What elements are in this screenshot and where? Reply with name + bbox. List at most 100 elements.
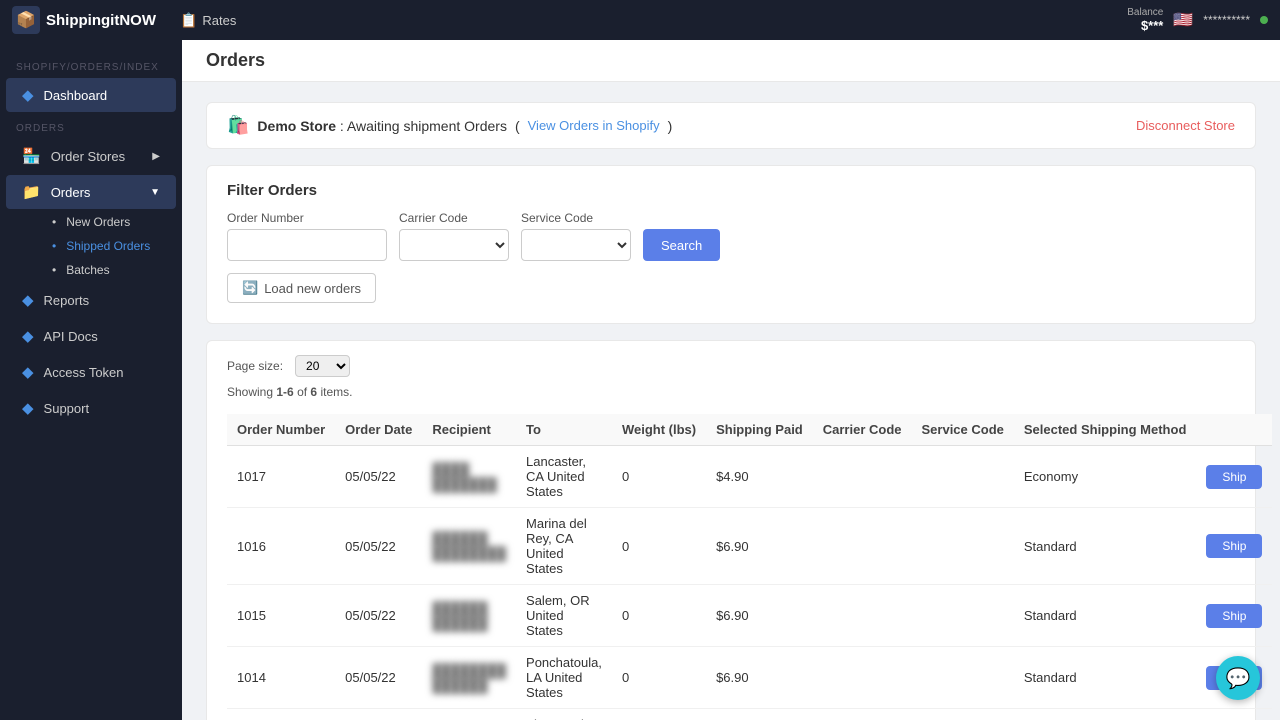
cell-weight: 0 (612, 446, 706, 508)
cell-recipient: ██████ ████████ (422, 508, 516, 585)
col-shipping-method: Selected Shipping Method (1014, 414, 1197, 446)
col-recipient: Recipient (422, 414, 516, 446)
view-orders-link-paren-close: ) (668, 118, 673, 134)
page-size-select[interactable]: 20 50 100 (295, 355, 350, 377)
col-weight: Weight (lbs) (612, 414, 706, 446)
service-code-select[interactable] (521, 229, 631, 261)
col-shipping-paid: Shipping Paid (706, 414, 813, 446)
sidebar-item-reports[interactable]: ◆ Reports (6, 283, 176, 317)
table-area: Page size: 20 50 100 Showing 1-6 of 6 it… (206, 340, 1256, 720)
layout: SHOPIFY/ORDERS/INDEX ◆ Dashboard ORDERS … (0, 40, 1280, 720)
order-stores-label: Order Stores (51, 149, 125, 164)
page-header: Orders (182, 40, 1280, 82)
carrier-code-label: Carrier Code (399, 211, 509, 225)
refresh-icon: 🔄 (242, 280, 258, 296)
flag-icon: 🇺🇸 (1173, 10, 1193, 30)
sidebar-item-order-stores[interactable]: 🏪 Order Stores ▶ (6, 139, 176, 173)
chat-button[interactable]: 💬 (1216, 656, 1260, 700)
search-button[interactable]: Search (643, 229, 720, 261)
cell-order-date: 05/05/22 (335, 585, 422, 647)
cell-carrier-code (813, 585, 912, 647)
col-to: To (516, 414, 612, 446)
table-meta: Page size: 20 50 100 (227, 355, 1235, 377)
view-orders-link-paren: ( (515, 118, 520, 134)
main-content: Orders 🛍️ Demo Store : Awaiting shipment… (182, 40, 1280, 720)
table-row: 1013 05/05/22 ████ ██████ Thousand Oaks,… (227, 709, 1272, 720)
load-new-orders-button[interactable]: 🔄 Load new orders (227, 273, 376, 303)
rates-label: Rates (202, 13, 236, 28)
new-orders-label: New Orders (66, 215, 130, 229)
cell-order-number: 1014 (227, 647, 335, 709)
orders-section-label: ORDERS (0, 113, 182, 138)
logo-icon: 📦 (12, 6, 40, 34)
chat-icon: 💬 (1226, 666, 1251, 691)
sidebar-item-api-docs[interactable]: ◆ API Docs (6, 319, 176, 353)
rates-tab[interactable]: 📋 Rates (172, 8, 244, 33)
col-carrier-code: Carrier Code (813, 414, 912, 446)
access-token-icon: ◆ (22, 363, 34, 381)
filter-row: Order Number Carrier Code Service Code (227, 211, 1235, 261)
orders-table: Order Number Order Date Recipient To Wei… (227, 414, 1272, 720)
balance-block: Balance $*** (1127, 7, 1163, 33)
topnav-right: Balance $*** 🇺🇸 ********** (1127, 7, 1268, 33)
cell-order-date: 05/05/22 (335, 508, 422, 585)
shopify-icon: 🛍️ (227, 115, 249, 136)
cell-recipient: ████ ███████ (422, 446, 516, 508)
filter-title: Filter Orders (227, 182, 1235, 199)
dashboard-icon: ◆ (22, 86, 34, 104)
shipped-orders-label: Shipped Orders (66, 239, 150, 253)
sidebar-item-new-orders[interactable]: • New Orders (42, 210, 176, 234)
page-content: 🛍️ Demo Store : Awaiting shipment Orders… (182, 82, 1280, 720)
ship-button[interactable]: Ship (1206, 465, 1262, 489)
cell-carrier-code (813, 446, 912, 508)
col-service-code: Service Code (912, 414, 1014, 446)
support-label: Support (44, 401, 90, 416)
cell-order-number: 1013 (227, 709, 335, 720)
top-navigation: 📦 ShippingitNOW 📋 Rates Balance $*** 🇺🇸 … (0, 0, 1280, 40)
cell-service-code (912, 647, 1014, 709)
view-orders-link[interactable]: View Orders in Shopify (528, 118, 660, 133)
user-display: ********** (1203, 13, 1250, 27)
sidebar-item-shipped-orders[interactable]: • Shipped Orders (42, 234, 176, 258)
cell-shipping-method: Economy (1014, 446, 1197, 508)
topnav-left: 📦 ShippingitNOW 📋 Rates (12, 6, 244, 34)
service-code-label: Service Code (521, 211, 631, 225)
table-row: 1015 05/05/22 ██████ ██████ Salem, OR Un… (227, 585, 1272, 647)
cell-action: Ship (1196, 446, 1272, 508)
cell-recipient: ██████ ██████ (422, 585, 516, 647)
sidebar-item-support[interactable]: ◆ Support (6, 391, 176, 425)
showing-text: Showing 1-6 of 6 items. (227, 385, 1235, 399)
cell-carrier-code (813, 647, 912, 709)
order-number-input[interactable] (227, 229, 387, 261)
sidebar-item-access-token[interactable]: ◆ Access Token (6, 355, 176, 389)
order-stores-icon: 🏪 (22, 147, 41, 165)
orders-icon: 📁 (22, 183, 41, 201)
chevron-right-icon: ▶ (152, 151, 160, 162)
chevron-down-icon: ▼ (150, 187, 160, 198)
ship-button[interactable]: Ship (1206, 604, 1262, 628)
online-indicator (1260, 16, 1268, 24)
sidebar-item-batches[interactable]: • Batches (42, 258, 176, 282)
cell-shipping-method: Economy (1014, 709, 1197, 720)
table-row: 1017 05/05/22 ████ ███████ Lancaster, CA… (227, 446, 1272, 508)
carrier-code-field: Carrier Code (399, 211, 509, 261)
cell-service-code (912, 709, 1014, 720)
col-order-date: Order Date (335, 414, 422, 446)
rates-icon: 📋 (180, 12, 197, 29)
sidebar-item-orders[interactable]: 📁 Orders ▼ (6, 175, 176, 209)
cell-shipping-method: Standard (1014, 585, 1197, 647)
order-number-label: Order Number (227, 211, 387, 225)
carrier-code-select[interactable] (399, 229, 509, 261)
cell-carrier-code (813, 709, 912, 720)
cell-action: Ship (1196, 508, 1272, 585)
page-title: Orders (206, 50, 265, 70)
cell-order-date: 05/05/22 (335, 647, 422, 709)
disconnect-store-link[interactable]: Disconnect Store (1136, 118, 1235, 133)
sidebar-item-dashboard[interactable]: ◆ Dashboard (6, 78, 176, 112)
api-docs-icon: ◆ (22, 327, 34, 345)
ship-button[interactable]: Ship (1206, 534, 1262, 558)
logo[interactable]: 📦 ShippingitNOW (12, 6, 156, 34)
cell-weight: 0 (612, 709, 706, 720)
cell-carrier-code (813, 508, 912, 585)
batches-label: Batches (66, 263, 109, 277)
